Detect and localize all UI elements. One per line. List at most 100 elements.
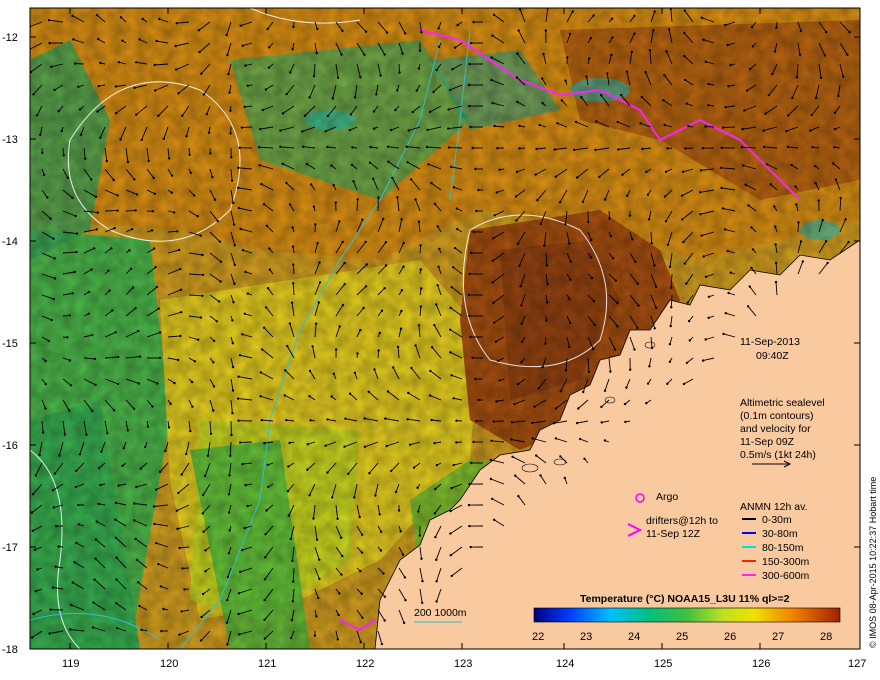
sst-map: -12 -13 -14 -15 -16 -17 -18 119 120 121 … — [2, 7, 878, 670]
velocity-vector-head — [60, 129, 63, 133]
velocity-vector-head — [489, 458, 492, 461]
velocity-vector-head — [225, 33, 228, 37]
velocity-vector-head — [135, 193, 139, 196]
velocity-vector-head — [763, 145, 766, 149]
velocity-vector-head — [647, 218, 651, 221]
velocity-vector-head — [71, 14, 74, 17]
isobath-label: 200 1000m — [414, 607, 467, 619]
velocity-vector-head — [468, 482, 471, 486]
velocity-vector-head — [398, 71, 401, 74]
velocity-vector-head — [291, 559, 294, 563]
velocity-vector-head — [515, 76, 518, 79]
velocity-vector-head — [153, 522, 156, 526]
velocity-vector-head — [402, 241, 405, 245]
velocity-vector-head — [826, 261, 829, 265]
velocity-vector-head — [260, 348, 264, 351]
velocity-vector-head — [292, 25, 295, 28]
velocity-vector-head — [238, 354, 242, 357]
velocity-vector-head — [263, 618, 266, 621]
velocity-vector-head — [318, 261, 321, 264]
velocity-vector-head — [267, 485, 270, 489]
velocity-vector-head — [197, 29, 201, 32]
velocity-vector-head — [62, 154, 65, 157]
velocity-vector-head — [97, 466, 101, 470]
velocity-vector-head — [539, 474, 542, 477]
velocity-vector-head — [469, 335, 472, 339]
velocity-vector — [167, 230, 178, 233]
velocity-vector-head — [420, 287, 423, 290]
velocity-vector-head — [359, 328, 362, 332]
velocity-vector-head — [493, 124, 496, 128]
velocity-vector-head — [74, 485, 78, 489]
velocity-vector-head — [650, 346, 654, 350]
velocity-vector-head — [212, 361, 215, 364]
velocity-vector-head — [435, 600, 438, 603]
anmn-label: 150-300m — [762, 556, 810, 568]
velocity-vector-head — [722, 126, 725, 129]
velocity-vector-head — [668, 343, 672, 346]
velocity-vector-head — [833, 128, 837, 131]
velocity-vector-head — [241, 44, 244, 47]
velocity-vector-head — [153, 192, 157, 195]
velocity-vector-head — [263, 637, 267, 640]
velocity-vector-head — [241, 548, 244, 552]
velocity-vector-head — [564, 223, 567, 226]
velocity-vector-head — [402, 265, 405, 268]
velocity-vector-head — [52, 506, 55, 509]
velocity-vector-head — [157, 114, 160, 118]
velocity-vector-head — [490, 78, 493, 82]
velocity-vector-head — [394, 108, 397, 112]
velocity-vector-head — [701, 359, 705, 362]
velocity-vector-head — [196, 215, 199, 218]
velocity-vector-head — [645, 402, 648, 405]
velocity-vector-head — [452, 186, 456, 189]
velocity-vector-head — [472, 440, 475, 444]
velocity-vector-head — [684, 147, 687, 150]
velocity-vector-head — [628, 214, 632, 217]
velocity-vector-head — [400, 289, 404, 292]
velocity-vector-head — [308, 395, 311, 398]
velocity-vector-head — [824, 240, 828, 243]
velocity-vector-head — [159, 470, 162, 473]
velocity-vector-head — [600, 94, 603, 97]
velocity-vector-head — [93, 247, 96, 250]
velocity-vector-head — [383, 595, 387, 598]
velocity-vector-head — [285, 92, 288, 96]
velocity-vector-head — [448, 88, 452, 92]
velocity-vector-head — [569, 260, 572, 263]
velocity-vector-head — [498, 168, 501, 171]
velocity-vector-head — [306, 468, 309, 471]
velocity-vector-head — [569, 321, 572, 325]
velocity-vector-head — [468, 524, 471, 528]
velocity-vector-head — [284, 369, 287, 372]
velocity-vector-head — [751, 45, 755, 48]
velocity-vector-head — [48, 41, 51, 45]
altimetry-line: Altimetric sealevel — [740, 397, 825, 409]
velocity-vector-head — [71, 292, 74, 295]
velocity-vector-head — [744, 183, 747, 186]
velocity-vector-head — [469, 125, 472, 129]
velocity-vector-head — [41, 151, 44, 154]
velocity-vector-head — [44, 359, 47, 363]
velocity-vector-head — [90, 178, 93, 181]
velocity-vector-head — [326, 114, 329, 118]
velocity-vector-head — [702, 255, 705, 258]
velocity-vector-head — [436, 284, 439, 287]
velocity-vector-head — [343, 283, 346, 286]
drifters-label: drifters@12h to — [646, 515, 718, 527]
velocity-vector-head — [227, 72, 230, 76]
velocity-vector-head — [114, 536, 118, 539]
velocity-vector-head — [94, 195, 98, 198]
velocity-vector-head — [219, 260, 223, 263]
velocity-vector-head — [340, 573, 343, 576]
velocity-vector-head — [633, 32, 636, 35]
velocity-vector-head — [798, 53, 802, 56]
velocity-vector-head — [594, 148, 597, 152]
anmn-label: 300-600m — [762, 570, 810, 582]
velocity-vector-head — [452, 463, 455, 467]
velocity-vector-head — [404, 32, 407, 35]
lon-tick-label: 120 — [160, 658, 178, 670]
velocity-vector-head — [246, 504, 249, 508]
velocity-vector-head — [382, 572, 385, 575]
velocity-vector-head — [363, 445, 367, 448]
